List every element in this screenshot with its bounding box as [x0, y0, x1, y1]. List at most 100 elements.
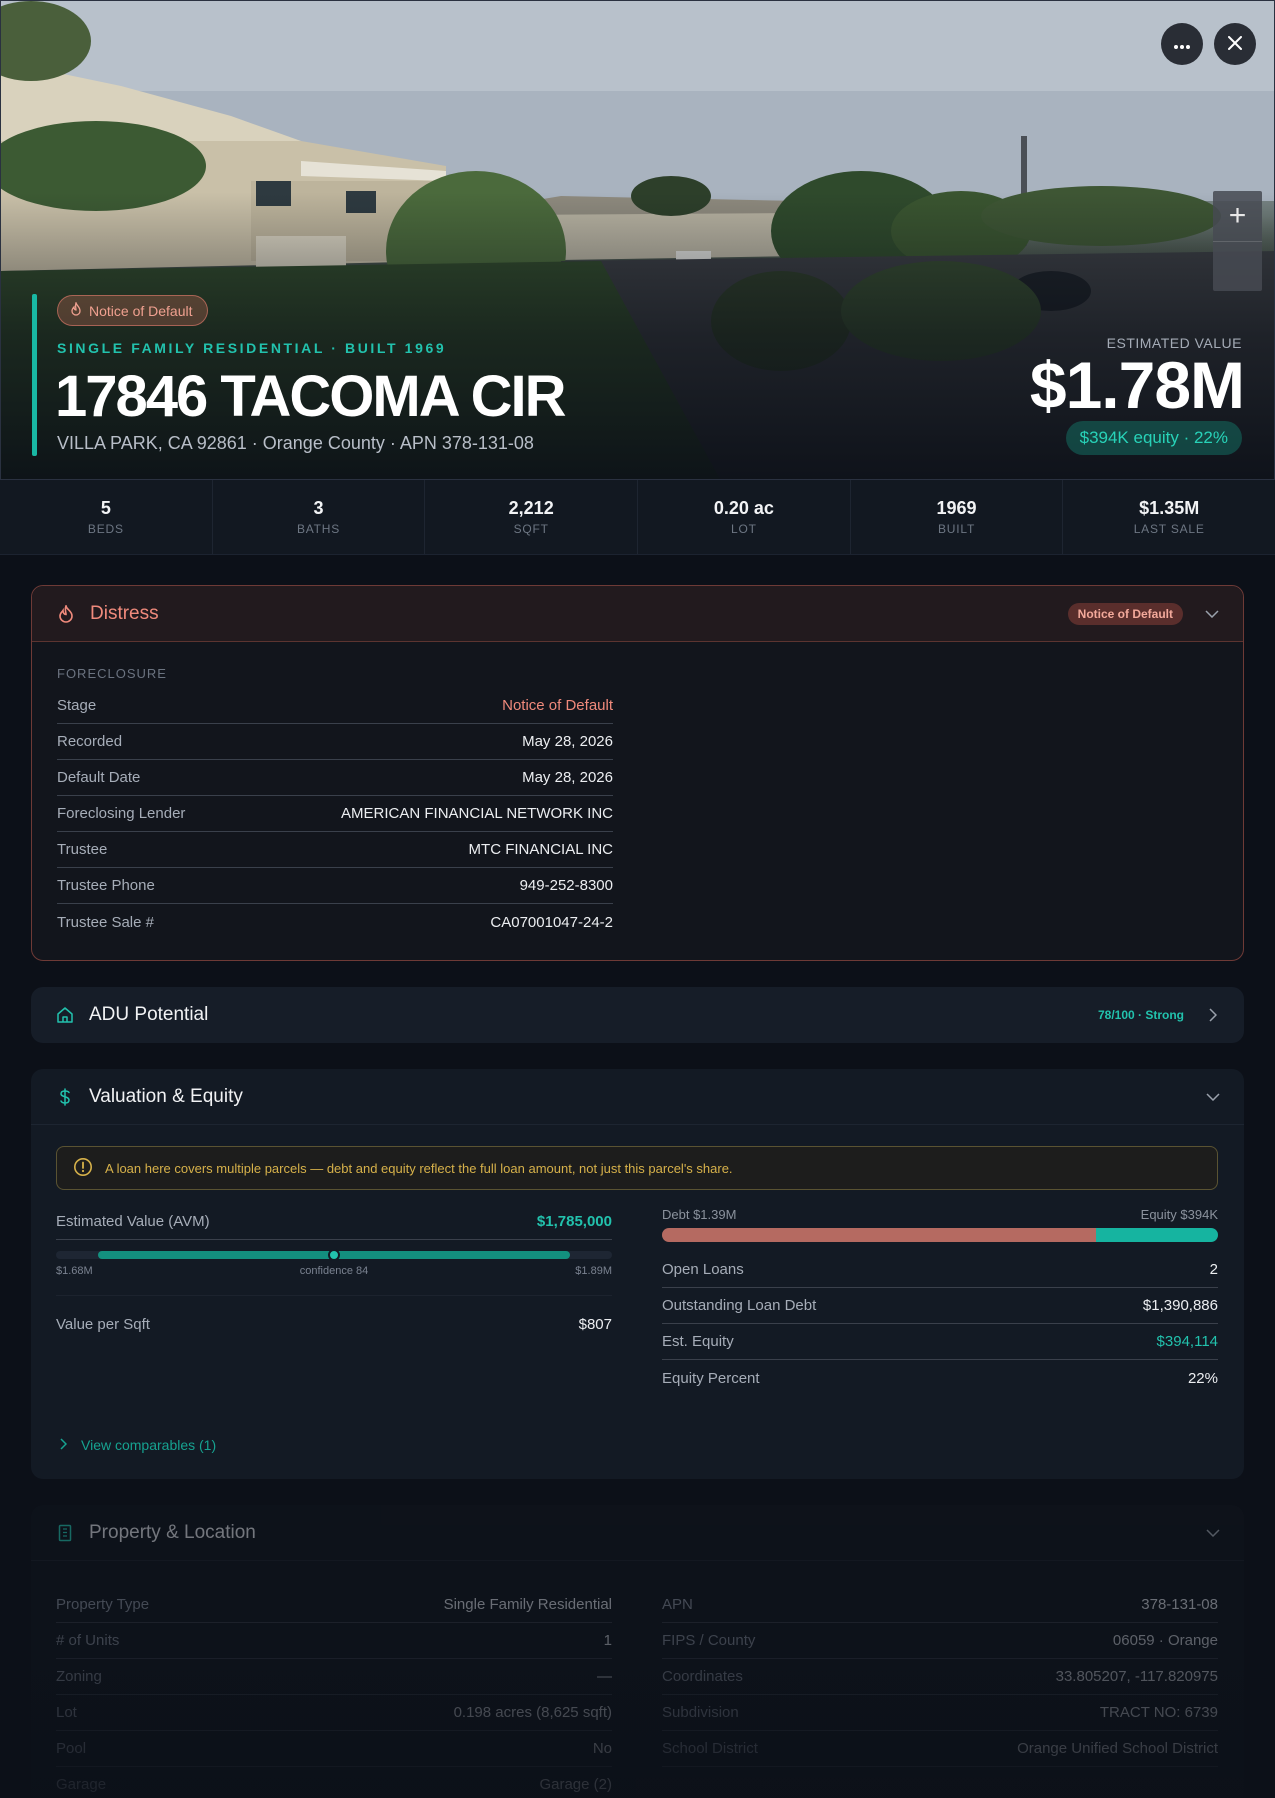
- property-row: Pool No: [56, 1731, 612, 1767]
- stat-label: SQFT: [513, 522, 549, 536]
- detail-value: May 28, 2026: [522, 733, 613, 750]
- property-row: Lot 0.198 acres (8,625 sqft): [56, 1695, 612, 1731]
- chevron-down-icon[interactable]: [1206, 1526, 1220, 1540]
- street-view-hero[interactable]: + − Notice of Default SINGLE FAMILY RESI…: [0, 0, 1275, 480]
- stat-built: 1969 BUILT: [851, 480, 1064, 554]
- loan-row: Est. Equity $394,114: [662, 1324, 1218, 1360]
- property-key: Zoning: [56, 1668, 102, 1685]
- detail-key: Default Date: [57, 769, 141, 786]
- warning-icon: [73, 1157, 93, 1180]
- view-comparables-link[interactable]: View comparables (1): [60, 1437, 216, 1453]
- property-key: FIPS / County: [662, 1632, 756, 1649]
- close-button[interactable]: [1214, 23, 1256, 65]
- stat-label: BEDS: [87, 522, 124, 536]
- property-value: Garage (2): [539, 1776, 612, 1793]
- property-value: Orange Unified School District: [1017, 1740, 1218, 1757]
- adu-card-header[interactable]: ADU Potential 78/100 · Strong: [31, 987, 1244, 1043]
- building-icon: [55, 1523, 75, 1543]
- avm-panel: Estimated Value (AVM) $1,785,000 $1.68M …: [56, 1204, 612, 1339]
- property-row: Coordinates 33.805207, -117.820975: [662, 1659, 1218, 1695]
- stat-label: LOT: [730, 522, 757, 536]
- loan-key: Outstanding Loan Debt: [662, 1297, 817, 1314]
- value-per-sqft-label: Value per Sqft: [56, 1316, 150, 1333]
- confidence-labels: $1.68M confidence 84 $1.89M: [56, 1265, 612, 1277]
- property-value: 0.198 acres (8,625 sqft): [453, 1704, 612, 1721]
- zoom-out-button[interactable]: −: [1213, 241, 1262, 291]
- valuation-equity-card: Valuation & Equity A loan here covers mu…: [31, 1069, 1244, 1479]
- stat-value: 1969: [936, 498, 977, 518]
- debt-segment: [662, 1228, 1096, 1242]
- distress-card-header[interactable]: Distress Notice of Default: [32, 586, 1243, 642]
- property-key: Pool: [56, 1740, 87, 1757]
- property-value: 06059 · Orange: [1112, 1632, 1218, 1649]
- dollar-icon: [55, 1087, 75, 1107]
- more-horizontal-icon: [1173, 33, 1191, 56]
- estimate-marker: [328, 1249, 340, 1261]
- debt-equity-bar: [662, 1228, 1218, 1242]
- property-details-right: APN 378-131-08 FIPS / County 06059 · Orang…: [662, 1587, 1218, 1767]
- more-options-button[interactable]: [1161, 23, 1203, 65]
- property-location-card: Property & Location Property Type Single …: [31, 1505, 1244, 1798]
- debt-label: Debt $1.39M: [662, 1207, 737, 1222]
- equity-pill: $394K equity · 22%: [1065, 421, 1242, 455]
- property-row: APN 378-131-08: [662, 1587, 1218, 1623]
- avm-row: Estimated Value (AVM) $1,785,000: [56, 1204, 612, 1240]
- detail-key: Recorded: [57, 733, 123, 750]
- estimated-value: $1.78M: [1029, 348, 1245, 422]
- detail-value: CA07001047-24-2: [490, 913, 613, 931]
- chevron-right-icon[interactable]: [1206, 1008, 1220, 1022]
- range-low: $1.68M: [56, 1265, 93, 1277]
- stat-label: LAST SALE: [1133, 522, 1205, 536]
- flame-icon: [70, 300, 82, 319]
- detail-value: MTC FINANCIAL INC: [468, 841, 613, 858]
- detail-row: Foreclosing Lender AMERICAN FINANCIAL NET…: [57, 796, 613, 832]
- property-card-title: Property & Location: [89, 1521, 256, 1543]
- detail-value: Notice of Default: [502, 697, 613, 714]
- adu-potential-card[interactable]: ADU Potential 78/100 · Strong: [31, 987, 1244, 1043]
- detail-value: 949-252-8300: [519, 877, 613, 894]
- property-value: No: [592, 1740, 612, 1757]
- detail-key: Stage: [57, 697, 97, 714]
- chevron-down-icon[interactable]: [1206, 1090, 1220, 1104]
- foreclosure-section-label: FORECLOSURE: [57, 666, 167, 681]
- property-value: TRACT NO: 6739: [1099, 1704, 1218, 1721]
- detail-row: Recorded May 28, 2026: [57, 724, 613, 760]
- loan-key: Open Loans: [662, 1261, 744, 1278]
- property-value: 33.805207, -117.820975: [1055, 1668, 1218, 1685]
- avm-value: $1,785,000: [536, 1213, 612, 1230]
- detail-row: Trustee Sale # CA07001047-24-2: [57, 904, 613, 940]
- detail-value: AMERICAN FINANCIAL NETWORK INC: [341, 805, 613, 822]
- stat-sqft: 2,212 SQFT: [425, 480, 639, 554]
- valuation-card-header[interactable]: Valuation & Equity: [31, 1069, 1244, 1125]
- stat-value: 5: [100, 498, 111, 518]
- distress-pill: Notice of Default: [57, 295, 208, 326]
- stat-value: $1.35M: [1139, 498, 1200, 518]
- loan-row: Outstanding Loan Debt $1,390,886: [662, 1288, 1218, 1324]
- property-value: —: [597, 1668, 612, 1685]
- stat-beds: 5 BEDS: [0, 480, 213, 554]
- property-key: Subdivision: [662, 1704, 739, 1721]
- stat-label: BUILT: [937, 522, 976, 536]
- property-value: Single Family Residential: [443, 1596, 612, 1613]
- property-value: 378-131-08: [1141, 1596, 1218, 1613]
- zoom-in-button[interactable]: +: [1213, 191, 1262, 241]
- flame-icon: [56, 604, 76, 624]
- property-key: # of Units: [56, 1632, 120, 1649]
- multi-parcel-warning: A loan here covers multiple parcels — de…: [56, 1146, 1218, 1190]
- foreclosure-details: Stage Notice of Default Recorded May 28, 2…: [57, 688, 613, 940]
- property-card-header[interactable]: Property & Location: [31, 1505, 1244, 1561]
- detail-key: Trustee Phone: [57, 877, 155, 894]
- property-key: Garage: [56, 1776, 107, 1793]
- distress-card: Distress Notice of Default FORECLOSURE S…: [31, 585, 1244, 961]
- detail-value: May 28, 2026: [522, 769, 613, 786]
- value-per-sqft-row: Value per Sqft $807: [56, 1295, 612, 1339]
- equity-segment: [1095, 1228, 1218, 1242]
- chevron-down-icon[interactable]: [1205, 607, 1219, 621]
- close-icon: [1228, 33, 1242, 56]
- detail-row: Trustee MTC FINANCIAL INC: [57, 832, 613, 868]
- property-title: 17846 TACOMA CIR: [55, 364, 566, 429]
- adu-card-title: ADU Potential: [89, 1004, 209, 1025]
- property-row: Garage Garage (2): [56, 1767, 612, 1798]
- stat-value: 2,212: [508, 498, 554, 518]
- home-icon: [55, 1005, 75, 1025]
